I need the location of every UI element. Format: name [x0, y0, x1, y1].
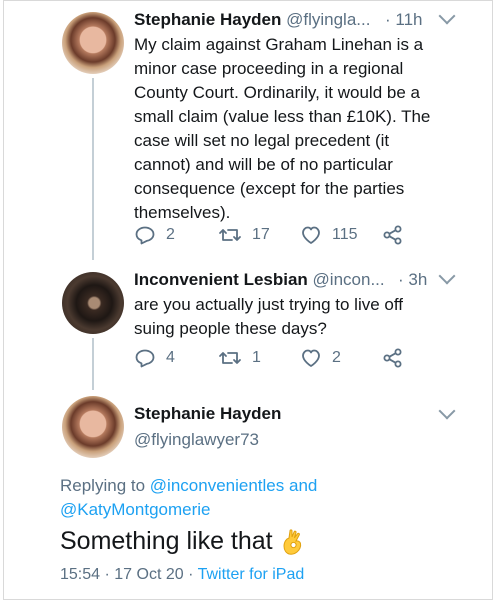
retweet-icon — [219, 229, 241, 241]
tweet-text-row: Something like that — [60, 527, 307, 556]
tweet-time[interactable]: · 11h — [385, 10, 423, 30]
share-icon — [383, 225, 402, 245]
retweet-button[interactable]: 17 — [218, 225, 270, 245]
reply-count: 2 — [166, 226, 175, 243]
display-name[interactable]: Inconvenient Lesbian — [134, 270, 308, 289]
mention-link-and[interactable]: and — [289, 476, 317, 495]
like-count: 115 — [332, 226, 358, 243]
retweet-icon — [219, 352, 241, 364]
like-button[interactable]: 2 — [300, 348, 341, 368]
share-icon — [383, 348, 402, 368]
tweet-text: are you actually just trying to live off… — [134, 295, 403, 338]
share-button[interactable] — [382, 225, 404, 245]
tweet-meta: 15:54 · 17 Oct 20 · Twitter for iPad — [60, 566, 304, 584]
retweet-count: 17 — [252, 226, 270, 243]
thread-line — [92, 78, 94, 260]
mention-link[interactable]: @KatyMontgomerie — [60, 500, 211, 519]
replying-to: Replying to @inconvenientles and @KatyMo… — [60, 474, 460, 522]
like-count: 2 — [332, 349, 341, 366]
replying-prefix: Replying to — [60, 476, 146, 495]
reply-button[interactable]: 4 — [134, 348, 175, 368]
tweet-text: Something like that — [60, 527, 273, 555]
tweet-time[interactable]: · 3h — [398, 270, 427, 290]
like-icon — [302, 349, 320, 367]
retweet-count: 1 — [252, 349, 261, 366]
tweet-text: My claim against Graham Linehan is a min… — [134, 35, 431, 222]
reply-icon — [135, 349, 155, 368]
reply-icon — [135, 226, 155, 245]
avatar[interactable] — [62, 12, 124, 74]
avatar[interactable] — [62, 272, 124, 334]
thread-line — [92, 338, 94, 390]
like-icon — [302, 226, 320, 244]
retweet-button[interactable]: 1 — [218, 348, 261, 368]
timestamp[interactable]: 15:54 · 17 Oct 20 · — [60, 566, 193, 583]
ok-hand-emoji — [283, 528, 301, 555]
handle[interactable]: @flyingla... — [286, 10, 370, 29]
reply-button[interactable]: 2 — [134, 225, 175, 245]
mention-link[interactable]: @inconvenientles — [150, 476, 284, 495]
source-link[interactable]: Twitter for iPad — [198, 566, 305, 583]
display-name[interactable]: Stephanie Hayden — [134, 404, 281, 424]
like-button[interactable]: 115 — [300, 225, 358, 245]
display-name[interactable]: Stephanie Hayden — [134, 10, 281, 29]
handle[interactable]: @flyinglawyer73 — [134, 430, 259, 450]
handle[interactable]: @incon... — [313, 270, 385, 289]
reply-count: 4 — [166, 349, 175, 366]
tweet-author[interactable]: Stephanie Hayden @flyingla... — [134, 10, 370, 30]
tweet-author[interactable]: Inconvenient Lesbian @incon... — [134, 270, 385, 290]
share-button[interactable] — [382, 348, 404, 368]
avatar[interactable] — [62, 396, 124, 458]
